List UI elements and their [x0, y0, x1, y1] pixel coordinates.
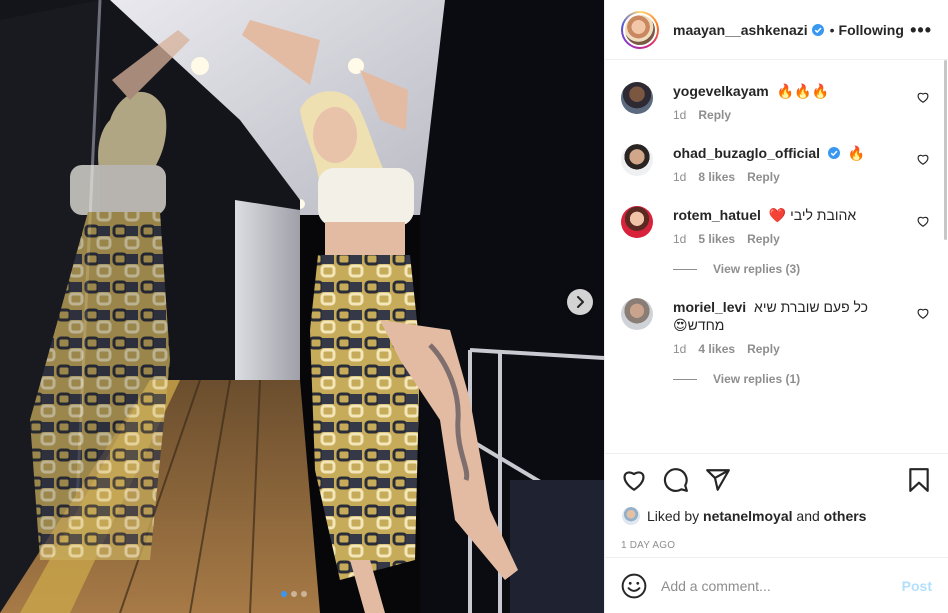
post-actions-area: Liked by netanelmoyal and others 1 DAY A…: [605, 453, 948, 557]
commenter-username[interactable]: yogevelkayam: [673, 83, 769, 99]
comment-likes[interactable]: 4 likes: [698, 342, 735, 356]
comment-composer: Post: [605, 557, 948, 613]
heart-icon[interactable]: [916, 214, 930, 228]
likes-others-link[interactable]: others: [824, 508, 867, 524]
likes-prefix: Liked by: [647, 508, 700, 524]
comment-time[interactable]: 1d: [673, 108, 686, 122]
comment-text: 🔥🔥🔥: [776, 83, 829, 99]
comment-likes[interactable]: 8 likes: [698, 170, 735, 184]
post-photo: [0, 0, 604, 613]
bookmark-icon[interactable]: [906, 467, 932, 493]
post-timestamp[interactable]: 1 DAY AGO: [621, 540, 932, 551]
comment-icon[interactable]: [663, 467, 689, 493]
author-avatar[interactable]: [621, 10, 659, 49]
carousel-dot: [291, 591, 297, 597]
comment-time[interactable]: 1d: [673, 232, 686, 246]
post-sidebar: maayan__ashkenazi • Following ••• yogeve…: [604, 0, 948, 613]
comment-item: ohad_buzaglo_official 🔥 1d 8 likes Reply: [621, 144, 932, 184]
view-replies-label: View replies (3): [713, 262, 801, 276]
heart-icon[interactable]: [621, 467, 647, 493]
chevron-right-icon: [577, 296, 584, 308]
comment-item: yogevelkayam 🔥🔥🔥 1d Reply: [621, 82, 932, 122]
post-header: maayan__ashkenazi • Following •••: [605, 0, 948, 60]
comments-list[interactable]: yogevelkayam 🔥🔥🔥 1d Reply ohad_buzaglo_o…: [605, 60, 948, 453]
heart-icon[interactable]: [916, 152, 930, 166]
carousel-dot: [301, 591, 307, 597]
replies-divider: [673, 378, 697, 380]
heart-icon[interactable]: [916, 90, 930, 104]
author-username[interactable]: maayan__ashkenazi: [673, 22, 808, 38]
header-separator: •: [829, 21, 835, 38]
post-media[interactable]: [0, 0, 604, 613]
share-icon[interactable]: [705, 467, 731, 493]
commenter-username[interactable]: rotem_hatuel: [673, 207, 761, 223]
following-button[interactable]: Following: [839, 22, 904, 38]
commenter-avatar[interactable]: [621, 82, 653, 114]
comment-text: אהובת ליבי ❤️: [768, 207, 857, 223]
likes-joiner: and: [796, 508, 820, 524]
comment-text: 🔥: [847, 145, 866, 161]
liker-username[interactable]: netanelmoyal: [703, 508, 792, 524]
comment-item: moriel_levi כל פעם שוברת שיא מחדש😍 1d 4 …: [621, 298, 932, 356]
comment-input[interactable]: [661, 577, 902, 594]
carousel-indicator: [281, 591, 307, 597]
view-replies-label: View replies (1): [713, 372, 801, 386]
reply-button[interactable]: Reply: [747, 342, 780, 356]
replies-divider: [673, 268, 697, 270]
comments-scrollbar[interactable]: [944, 60, 947, 240]
carousel-next-button[interactable]: [567, 289, 593, 315]
comment-time[interactable]: 1d: [673, 170, 686, 184]
commenter-avatar[interactable]: [621, 144, 653, 176]
comment-item: rotem_hatuel אהובת ליבי ❤️ 1d 5 likes Re…: [621, 206, 932, 246]
view-replies-button[interactable]: View replies (3): [673, 262, 932, 276]
ellipsis-icon[interactable]: •••: [910, 21, 932, 39]
commenter-username[interactable]: moriel_levi: [673, 299, 746, 315]
reply-button[interactable]: Reply: [747, 170, 780, 184]
view-replies-button[interactable]: View replies (1): [673, 372, 932, 386]
likes-summary: Liked by netanelmoyal and others: [621, 506, 932, 526]
heart-icon[interactable]: [916, 306, 930, 320]
reply-button[interactable]: Reply: [747, 232, 780, 246]
smiley-icon[interactable]: [621, 573, 647, 599]
post-modal: maayan__ashkenazi • Following ••• yogeve…: [0, 0, 948, 613]
carousel-dot: [281, 591, 287, 597]
comment-time[interactable]: 1d: [673, 342, 686, 356]
commenter-avatar[interactable]: [621, 206, 653, 238]
verified-badge-icon: [828, 147, 841, 159]
action-bar: [621, 464, 932, 496]
commenter-username[interactable]: ohad_buzaglo_official: [673, 145, 820, 161]
liker-avatar[interactable]: [621, 506, 641, 526]
reply-button[interactable]: Reply: [698, 108, 731, 122]
commenter-avatar[interactable]: [621, 298, 653, 330]
post-comment-button[interactable]: Post: [902, 578, 932, 594]
comment-likes[interactable]: 5 likes: [698, 232, 735, 246]
verified-badge-icon: [811, 23, 824, 36]
